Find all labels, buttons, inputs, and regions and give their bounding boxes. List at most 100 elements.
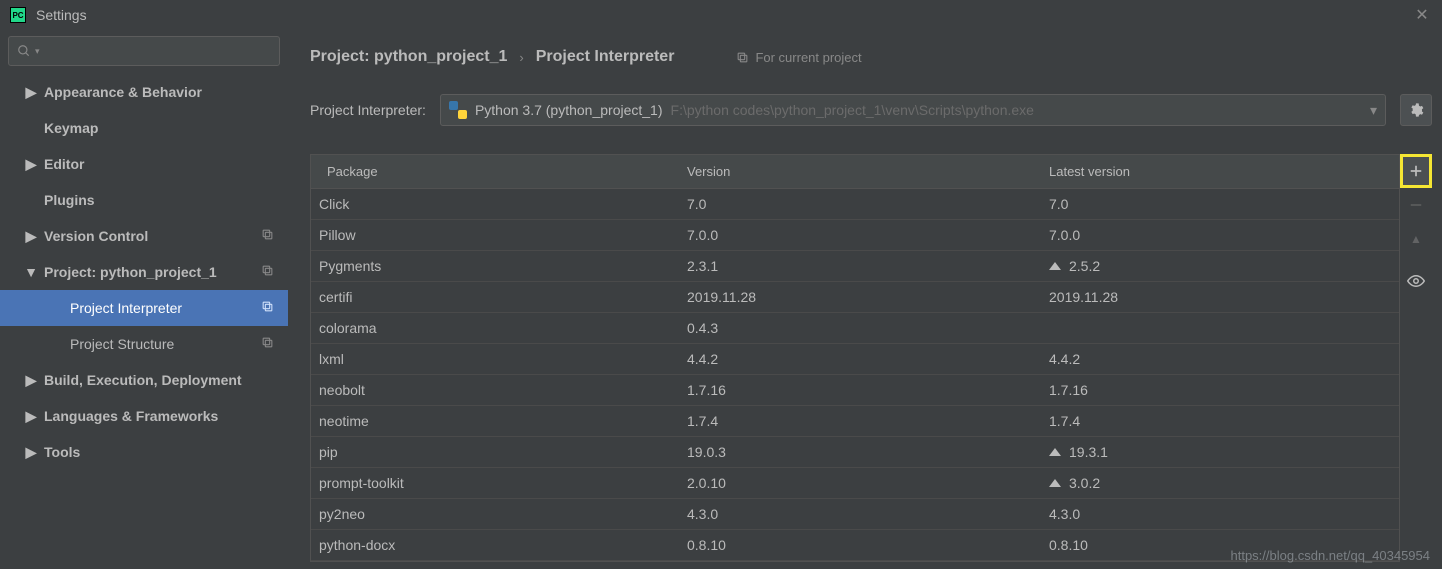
breadcrumb-project: Project: python_project_1	[310, 48, 507, 66]
table-row[interactable]: Pygments2.3.12.5.2	[311, 251, 1399, 282]
sidebar-item-project-python-project-1[interactable]: ▼Project: python_project_1	[0, 254, 288, 290]
interpreter-settings-button[interactable]	[1400, 94, 1432, 126]
app-icon: PC	[10, 7, 26, 23]
chevron-right-icon: ▶	[22, 228, 40, 245]
cell-package: neobolt	[311, 382, 671, 398]
cell-package: python-docx	[311, 537, 671, 553]
copy-icon	[261, 336, 274, 352]
show-early-releases-button[interactable]	[1400, 264, 1432, 298]
sidebar-item-project-structure[interactable]: Project Structure	[0, 326, 288, 362]
cell-package: Pillow	[311, 227, 671, 243]
cell-package: Click	[311, 196, 671, 212]
sidebar-item-label: Version Control	[44, 228, 148, 244]
table-row[interactable]: py2neo4.3.04.3.0	[311, 499, 1399, 530]
table-row[interactable]: colorama0.4.3	[311, 313, 1399, 344]
sidebar-item-label: Tools	[44, 444, 80, 460]
sidebar-item-keymap[interactable]: Keymap	[0, 110, 288, 146]
breadcrumb-separator-icon: ›	[519, 50, 523, 65]
interpreter-dropdown[interactable]: Python 3.7 (python_project_1) F:\python …	[440, 94, 1386, 126]
sidebar-item-label: Appearance & Behavior	[44, 84, 202, 100]
cell-latest: 3.0.2	[1033, 475, 1399, 491]
sidebar-item-label: Plugins	[44, 192, 95, 208]
cell-package: py2neo	[311, 506, 671, 522]
sidebar-item-editor[interactable]: ▶Editor	[0, 146, 288, 182]
cell-latest: 4.3.0	[1033, 506, 1399, 522]
search-input[interactable]: ▾	[8, 36, 280, 66]
upgrade-available-icon	[1049, 479, 1061, 487]
cell-version: 1.7.4	[671, 413, 1033, 429]
plus-icon	[1409, 164, 1423, 178]
table-row[interactable]: Click7.07.0	[311, 189, 1399, 220]
table-header: Package Version Latest version	[311, 155, 1399, 189]
cell-package: certifi	[311, 289, 671, 305]
python-icon	[449, 101, 467, 119]
upgrade-available-icon	[1049, 448, 1061, 456]
table-row[interactable]: pip19.0.319.3.1	[311, 437, 1399, 468]
content-panel: Project: python_project_1 › Project Inte…	[288, 30, 1442, 569]
cell-version: 7.0.0	[671, 227, 1033, 243]
chevron-right-icon: ▶	[22, 156, 40, 173]
sidebar-item-plugins[interactable]: Plugins	[0, 182, 288, 218]
sidebar-item-version-control[interactable]: ▶Version Control	[0, 218, 288, 254]
cell-package: Pygments	[311, 258, 671, 274]
cell-version: 2019.11.28	[671, 289, 1033, 305]
cell-version: 2.3.1	[671, 258, 1033, 274]
search-icon	[17, 44, 31, 58]
sidebar-item-label: Project Structure	[70, 336, 174, 352]
cell-latest: 2019.11.28	[1033, 289, 1399, 305]
table-row[interactable]: certifi2019.11.282019.11.28	[311, 282, 1399, 313]
cell-latest: 1.7.16	[1033, 382, 1399, 398]
header-version[interactable]: Version	[671, 164, 1033, 179]
interpreter-label: Project Interpreter:	[310, 102, 426, 118]
chevron-down-icon: ▾	[1370, 102, 1377, 119]
table-row[interactable]: neobolt1.7.161.7.16	[311, 375, 1399, 406]
settings-tree: ▶Appearance & BehaviorKeymap▶EditorPlugi…	[0, 74, 288, 470]
table-row[interactable]: Pillow7.0.07.0.0	[311, 220, 1399, 251]
sidebar-item-build-execution-deployment[interactable]: ▶Build, Execution, Deployment	[0, 362, 288, 398]
chevron-right-icon: ▶	[22, 84, 40, 101]
sidebar-item-label: Build, Execution, Deployment	[44, 372, 242, 388]
close-icon[interactable]: ✕	[1412, 5, 1432, 25]
table-row[interactable]: lxml4.4.24.4.2	[311, 344, 1399, 375]
upgrade-package-button[interactable]: ▲	[1400, 222, 1432, 256]
copy-icon	[261, 300, 274, 316]
for-current-label: For current project	[755, 50, 861, 65]
breadcrumb-page: Project Interpreter	[536, 48, 675, 66]
sidebar-item-project-interpreter[interactable]: Project Interpreter	[0, 290, 288, 326]
sidebar: ▾ ▶Appearance & BehaviorKeymap▶EditorPlu…	[0, 30, 288, 569]
sidebar-item-languages-frameworks[interactable]: ▶Languages & Frameworks	[0, 398, 288, 434]
sidebar-item-label: Editor	[44, 156, 84, 172]
cell-latest: 1.7.4	[1033, 413, 1399, 429]
sidebar-item-appearance-behavior[interactable]: ▶Appearance & Behavior	[0, 74, 288, 110]
cell-latest: 7.0.0	[1033, 227, 1399, 243]
header-package[interactable]: Package	[311, 164, 671, 179]
cell-package: lxml	[311, 351, 671, 367]
eye-icon	[1407, 272, 1425, 290]
package-actions: ▲	[1400, 154, 1432, 298]
interpreter-path: F:\python codes\python_project_1\venv\Sc…	[671, 102, 1034, 118]
cell-version: 7.0	[671, 196, 1033, 212]
header-latest[interactable]: Latest version	[1033, 164, 1399, 179]
sidebar-item-label: Keymap	[44, 120, 98, 136]
chevron-right-icon: ▶	[22, 444, 40, 461]
cell-latest: 7.0	[1033, 196, 1399, 212]
packages-table: Package Version Latest version Click7.07…	[310, 154, 1400, 562]
remove-package-button[interactable]	[1400, 188, 1432, 222]
table-row[interactable]: neotime1.7.41.7.4	[311, 406, 1399, 437]
title-bar: PC Settings ✕	[0, 0, 1442, 30]
cell-latest: 19.3.1	[1033, 444, 1399, 460]
cell-version: 0.4.3	[671, 320, 1033, 336]
cell-package: pip	[311, 444, 671, 460]
watermark: https://blog.csdn.net/qq_40345954	[1231, 548, 1431, 563]
cell-package: colorama	[311, 320, 671, 336]
add-package-button[interactable]	[1400, 154, 1432, 188]
cell-version: 2.0.10	[671, 475, 1033, 491]
sidebar-item-label: Languages & Frameworks	[44, 408, 218, 424]
sidebar-item-tools[interactable]: ▶Tools	[0, 434, 288, 470]
chevron-down-icon: ▼	[22, 264, 40, 280]
minus-icon	[1409, 198, 1423, 212]
cell-version: 1.7.16	[671, 382, 1033, 398]
upgrade-available-icon	[1049, 262, 1061, 270]
copy-icon	[736, 51, 749, 64]
table-row[interactable]: prompt-toolkit2.0.103.0.2	[311, 468, 1399, 499]
